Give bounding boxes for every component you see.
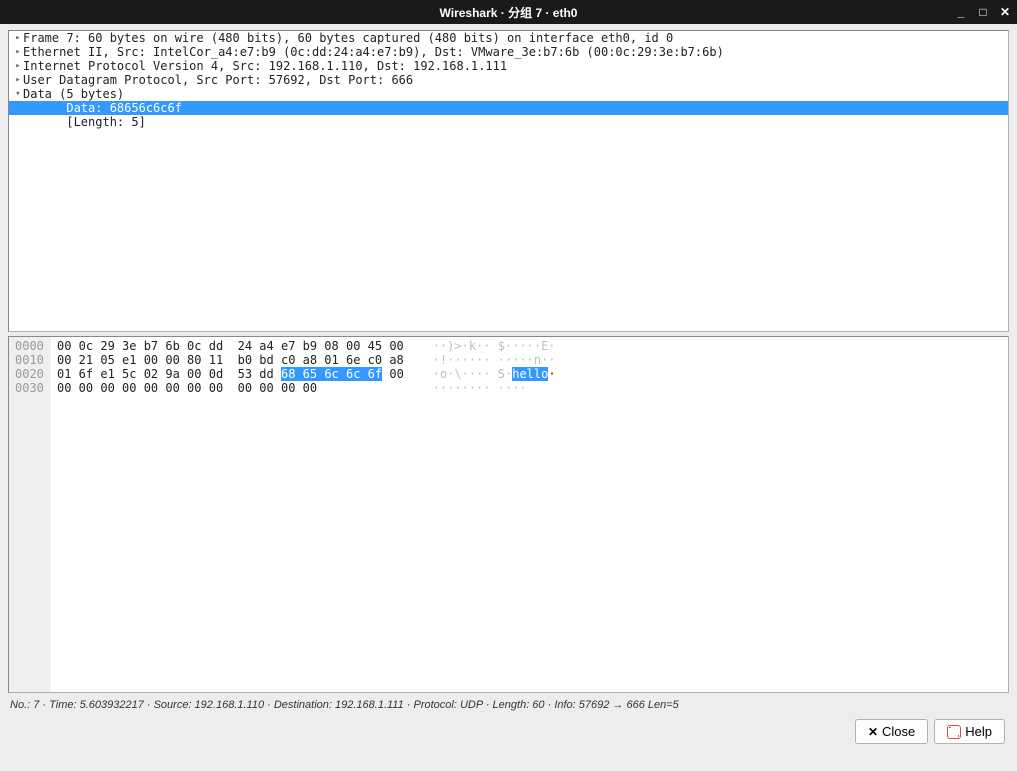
hex-offset: 0000 [15, 339, 47, 353]
tree-row[interactable]: [Length: 5] [9, 115, 1008, 129]
tree-row[interactable]: ▸User Datagram Protocol, Src Port: 57692… [9, 73, 1008, 87]
tree-row-text: Data (5 bytes) [23, 87, 124, 101]
window-title: Wireshark · 分组 7 · eth0 [440, 4, 578, 21]
help-button[interactable]: Help [934, 719, 1005, 744]
hex-bytes: 00 21 05 e1 00 00 80 11 b0 bd c0 a8 01 6… [57, 353, 411, 367]
expander-closed-icon[interactable]: ▸ [13, 33, 23, 43]
hex-offset: 0010 [15, 353, 47, 367]
help-button-label: Help [965, 724, 992, 739]
tree-row-text: User Datagram Protocol, Src Port: 57692,… [23, 73, 413, 87]
hex-bytes: 01 6f e1 5c 02 9a 00 0d 53 dd 68 65 6c 6… [57, 367, 411, 381]
close-button-label: Close [882, 724, 915, 739]
tree-row-text: [Length: 5] [23, 115, 146, 129]
close-icon[interactable]: ✕ [997, 4, 1013, 20]
expander-closed-icon[interactable]: ▸ [13, 47, 23, 57]
tree-row[interactable]: ▸Frame 7: 60 bytes on wire (480 bits), 6… [9, 31, 1008, 45]
tree-row[interactable]: Data: 68656c6c6f [9, 101, 1008, 115]
window-body: ▸Frame 7: 60 bytes on wire (480 bits), 6… [0, 24, 1017, 771]
hex-ascii: ········ ···· [433, 381, 527, 395]
status-bar: No.: 7 · Time: 5.603932217 · Source: 192… [8, 697, 1009, 715]
expander-open-icon[interactable]: ▾ [13, 89, 23, 99]
hex-offset: 0020 [15, 367, 47, 381]
minimize-icon[interactable]: _ [953, 4, 969, 20]
tree-row-text: Frame 7: 60 bytes on wire (480 bits), 60… [23, 31, 673, 45]
hex-offset: 0030 [15, 381, 47, 395]
hex-offsets-column: 0000001000200030 [9, 337, 51, 692]
hex-bytes: 00 00 00 00 00 00 00 00 00 00 00 00 [57, 381, 411, 395]
tree-row[interactable]: ▸Internet Protocol Version 4, Src: 192.1… [9, 59, 1008, 73]
hex-content: 00 0c 29 3e b7 6b 0c dd 24 a4 e7 b9 08 0… [51, 337, 1008, 692]
tree-row[interactable]: ▾Data (5 bytes) [9, 87, 1008, 101]
hex-bytes: 00 0c 29 3e b7 6b 0c dd 24 a4 e7 b9 08 0… [57, 339, 411, 353]
dialog-button-row: ✕ Close Help [8, 719, 1009, 744]
tree-row-text: Data: 68656c6c6f [23, 101, 182, 115]
tree-row-text: Internet Protocol Version 4, Src: 192.16… [23, 59, 507, 73]
close-x-icon: ✕ [868, 725, 878, 739]
hex-ascii: ·o·\···· S·hello· [433, 367, 556, 381]
hex-line[interactable]: 00 00 00 00 00 00 00 00 00 00 00 00 ····… [57, 381, 1002, 395]
hex-ascii: ·!······ ·····n·· [433, 353, 556, 367]
hex-line[interactable]: 01 6f e1 5c 02 9a 00 0d 53 dd 68 65 6c 6… [57, 367, 1002, 381]
window-controls: _ □ ✕ [953, 4, 1013, 20]
maximize-icon[interactable]: □ [975, 4, 991, 20]
ascii-selection: hello [512, 367, 548, 381]
expander-closed-icon[interactable]: ▸ [13, 75, 23, 85]
packet-details-tree[interactable]: ▸Frame 7: 60 bytes on wire (480 bits), 6… [8, 30, 1009, 332]
hex-selection: 68 65 6c 6c 6f [281, 367, 382, 381]
hex-line[interactable]: 00 21 05 e1 00 00 80 11 b0 bd c0 a8 01 6… [57, 353, 1002, 367]
hex-ascii: ··)>·k·· $·····E· [433, 339, 556, 353]
packet-bytes-pane[interactable]: 0000001000200030 00 0c 29 3e b7 6b 0c dd… [8, 336, 1009, 693]
help-icon [947, 725, 961, 739]
tree-row[interactable]: ▸Ethernet II, Src: IntelCor_a4:e7:b9 (0c… [9, 45, 1008, 59]
titlebar: Wireshark · 分组 7 · eth0 _ □ ✕ [0, 0, 1017, 24]
hex-line[interactable]: 00 0c 29 3e b7 6b 0c dd 24 a4 e7 b9 08 0… [57, 339, 1002, 353]
tree-row-text: Ethernet II, Src: IntelCor_a4:e7:b9 (0c:… [23, 45, 724, 59]
expander-closed-icon[interactable]: ▸ [13, 61, 23, 71]
close-button[interactable]: ✕ Close [855, 719, 928, 744]
